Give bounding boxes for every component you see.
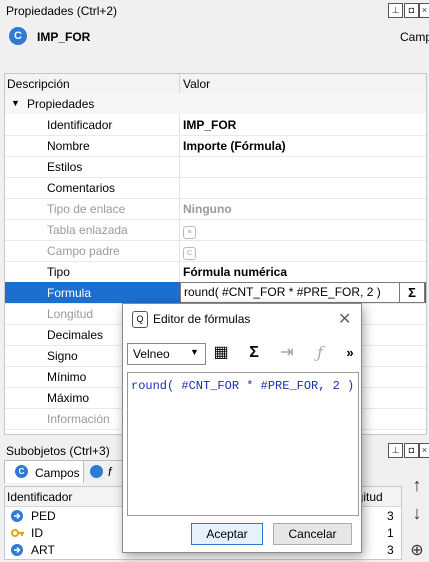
prop-key: Campo padre xyxy=(47,244,120,258)
prop-key: Mínimo xyxy=(47,370,87,384)
language-select[interactable]: Velneo ▼ xyxy=(127,343,206,365)
prop-row-identificador[interactable]: Identificador IMP_FOR xyxy=(5,114,426,136)
prop-key: Información xyxy=(47,412,110,426)
add-icon[interactable]: ⊕ xyxy=(406,540,428,562)
prop-key: Formula xyxy=(47,286,92,300)
object-type-label: Campo xyxy=(400,30,429,44)
prop-key: Tipo de enlace xyxy=(47,202,126,216)
prop-key: Comentarios xyxy=(47,181,116,195)
field-icon xyxy=(90,465,103,478)
group-propiedades[interactable]: ▼ Propiedades xyxy=(5,93,426,114)
tab-label: Campos xyxy=(35,466,80,480)
float-icon[interactable]: ◘ xyxy=(404,3,419,18)
field-icon: C xyxy=(183,244,196,260)
object-header: C IMP_FOR Campo xyxy=(0,22,429,52)
close-icon[interactable]: ✕ xyxy=(338,309,351,329)
formula-code: round( #CNT_FOR * #PRE_FOR, 2 ) xyxy=(131,379,355,393)
move-up-icon[interactable]: ↑ xyxy=(406,474,428,496)
properties-title: Propiedades (Ctrl+2) xyxy=(6,4,118,18)
prop-row-tabla-enlazada[interactable]: Tabla enlazada ≡ xyxy=(5,219,426,241)
formula-editor-dialog: Q Editor de fórmulas ✕ Velneo ▼ ▦ Σ ⇥ ƒ … xyxy=(122,303,362,553)
object-name: IMP_FOR xyxy=(37,30,91,44)
cancel-button[interactable]: Cancelar xyxy=(273,523,352,545)
collapse-triangle-icon[interactable]: ▼ xyxy=(11,98,20,108)
tab-label: f xyxy=(108,465,112,479)
arrow-right-icon xyxy=(11,544,23,556)
formula-editor-button[interactable]: Σ xyxy=(399,282,425,303)
prop-row-estilos[interactable]: Estilos xyxy=(5,156,426,178)
more-icon[interactable]: » xyxy=(340,343,360,363)
prop-key: Identificador xyxy=(47,118,113,132)
list-side-buttons: ↑ ↓ ⊕ xyxy=(404,470,429,559)
function-icon[interactable]: ƒ xyxy=(310,343,330,363)
formula-code-editor[interactable]: round( #CNT_FOR * #PRE_FOR, 2 ) xyxy=(127,372,359,516)
prop-key: Longitud xyxy=(47,307,94,321)
properties-title-bar: Propiedades (Ctrl+2) ⊥ ◘ × xyxy=(0,0,429,22)
header-identificador[interactable]: Identificador xyxy=(7,490,72,504)
grid-header: Descripción Valor xyxy=(5,74,426,94)
sum-icon[interactable]: Σ xyxy=(244,343,264,363)
accept-button[interactable]: Aceptar xyxy=(191,523,263,545)
header-value[interactable]: Valor xyxy=(183,77,210,91)
prop-row-comentarios[interactable]: Comentarios xyxy=(5,177,426,199)
arrow-right-icon xyxy=(11,510,23,522)
header-description[interactable]: Descripción xyxy=(7,77,70,91)
field-icon: C xyxy=(15,465,28,478)
prop-row-nombre[interactable]: Nombre Importe (Fórmula) xyxy=(5,135,426,157)
pin-icon[interactable]: ⊥ xyxy=(388,3,403,18)
velneo-logo-icon: Q xyxy=(132,311,148,328)
tab-campos[interactable]: C Campos xyxy=(4,460,84,483)
formula-text: round( #CNT_FOR * #PRE_FOR, 2 ) xyxy=(184,285,381,299)
prop-key: Máximo xyxy=(47,391,90,405)
prop-value: Ninguno xyxy=(183,202,232,216)
field-icon: C xyxy=(9,27,27,45)
close-icon[interactable]: × xyxy=(419,3,429,18)
prop-key: Signo xyxy=(47,349,78,363)
prop-row-campo-padre[interactable]: Campo padre C xyxy=(5,240,426,262)
calculator-icon[interactable]: ▦ xyxy=(211,343,231,363)
move-down-icon[interactable]: ↓ xyxy=(406,502,428,524)
chevron-down-icon: ▼ xyxy=(190,347,199,357)
prop-key: Tabla enlazada xyxy=(47,223,128,237)
prop-row-tipo-enlace[interactable]: Tipo de enlace Ninguno xyxy=(5,198,426,220)
close-icon[interactable]: × xyxy=(419,443,429,458)
tab-formulas[interactable]: f xyxy=(83,460,125,483)
prop-row-tipo[interactable]: Tipo Fórmula numérica xyxy=(5,261,426,283)
prop-value[interactable]: IMP_FOR xyxy=(183,118,236,132)
group-label: Propiedades xyxy=(27,97,95,111)
prop-key: Estilos xyxy=(47,160,83,174)
prop-value[interactable]: Importe (Fórmula) xyxy=(183,139,286,153)
float-icon[interactable]: ◘ xyxy=(404,443,419,458)
pin-icon[interactable]: ⊥ xyxy=(388,443,403,458)
prop-key: Tipo xyxy=(47,265,70,279)
dialog-title: Editor de fórmulas xyxy=(153,312,251,326)
prop-row-formula[interactable]: Formula round( #CNT_FOR * #PRE_FOR, 2 ) … xyxy=(5,282,426,304)
dialog-toolbar: Velneo ▼ ▦ Σ ⇥ ƒ » xyxy=(127,340,357,368)
prop-key: Decimales xyxy=(47,328,104,342)
formula-input[interactable]: round( #CNT_FOR * #PRE_FOR, 2 ) xyxy=(180,282,400,303)
database-icon: ≡ xyxy=(183,223,196,239)
prop-value[interactable]: Fórmula numérica xyxy=(183,265,287,279)
insert-document-icon[interactable]: ⇥ xyxy=(277,343,297,363)
prop-key: Nombre xyxy=(47,139,90,153)
dialog-title-bar: Q Editor de fórmulas ✕ xyxy=(123,304,361,334)
subobjects-title: Subobjetos (Ctrl+3) xyxy=(6,444,110,458)
key-icon xyxy=(11,527,24,538)
